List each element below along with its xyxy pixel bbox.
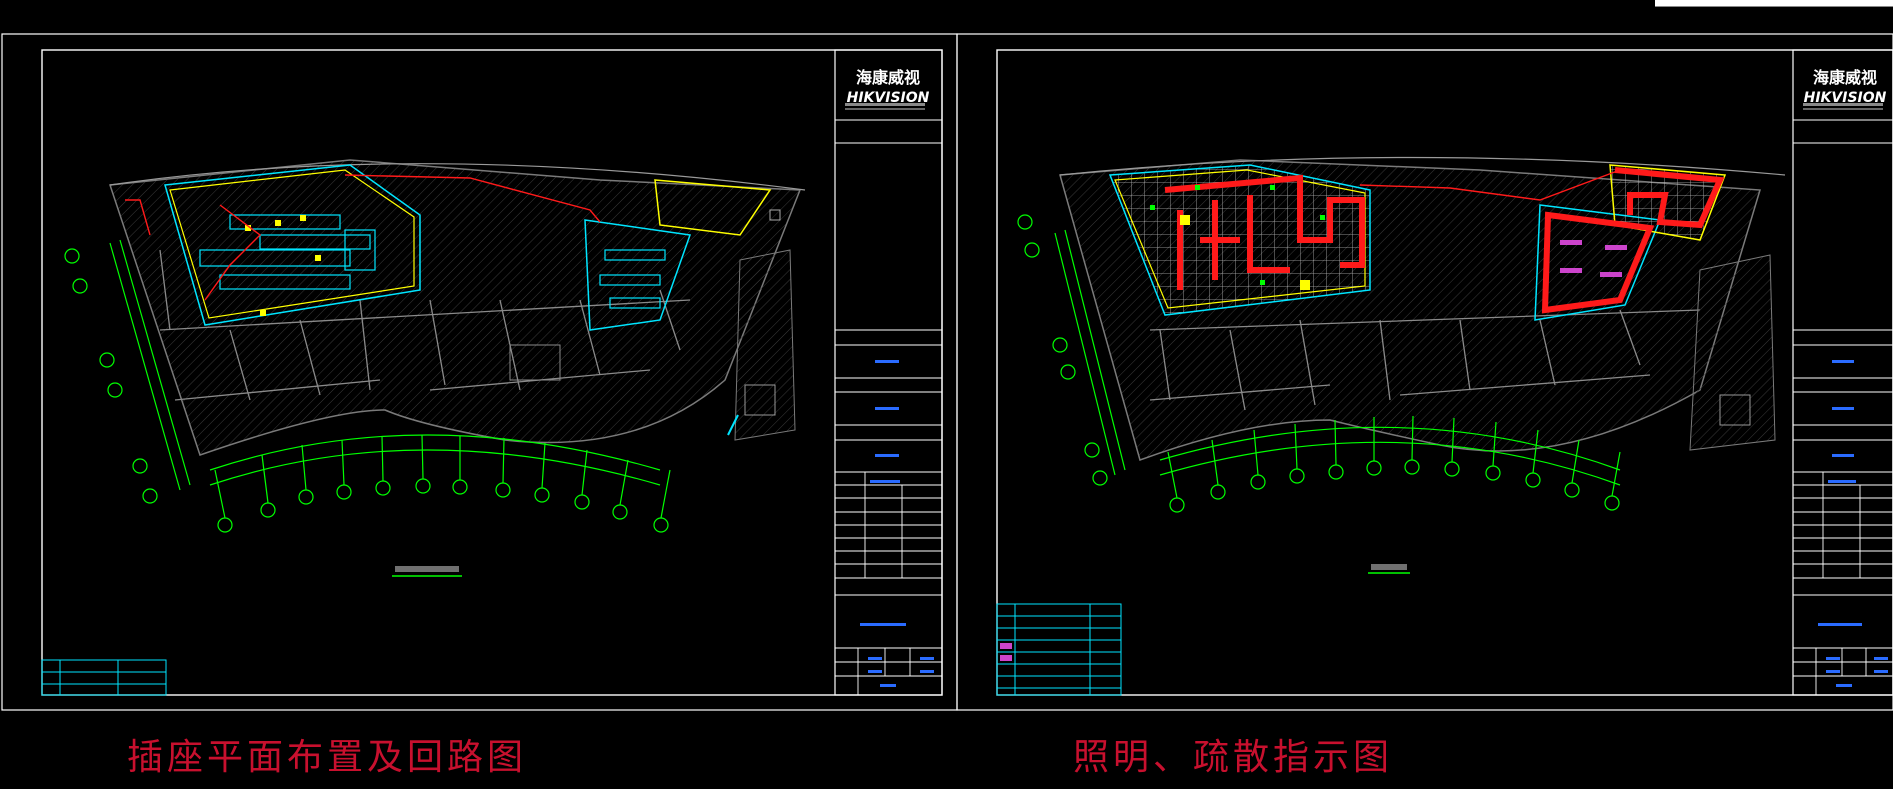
brand-logo-cn: 海康威视 bbox=[1813, 68, 1877, 87]
legend-table bbox=[41, 659, 167, 696]
title-block bbox=[834, 49, 943, 696]
caption-socket-plan: 插座平面布置及回路图 bbox=[127, 737, 528, 778]
legend-table bbox=[996, 603, 1122, 696]
caption-lighting-plan: 照明、疏散指示图 bbox=[1073, 737, 1394, 778]
drawing-sheet-socket-plan: 海康威视 HIKVISION bbox=[1, 33, 958, 711]
cad-drawing-canvas: 海康威视 HIKVISION 海康威视 HIKVISION bbox=[1, 33, 1893, 711]
title-block bbox=[1792, 49, 1893, 696]
brand-logo-en: HIKVISION bbox=[1804, 90, 1887, 106]
building-floor-plan bbox=[108, 159, 806, 456]
drawing-sheet-lighting-plan: 海康威视 HIKVISION bbox=[956, 33, 1893, 711]
brand-logo-en: HIKVISION bbox=[847, 90, 930, 106]
plan-title-text-mark bbox=[395, 566, 459, 572]
plan-title-text-mark bbox=[1371, 564, 1407, 570]
brand-logo-cn: 海康威视 bbox=[856, 68, 920, 87]
